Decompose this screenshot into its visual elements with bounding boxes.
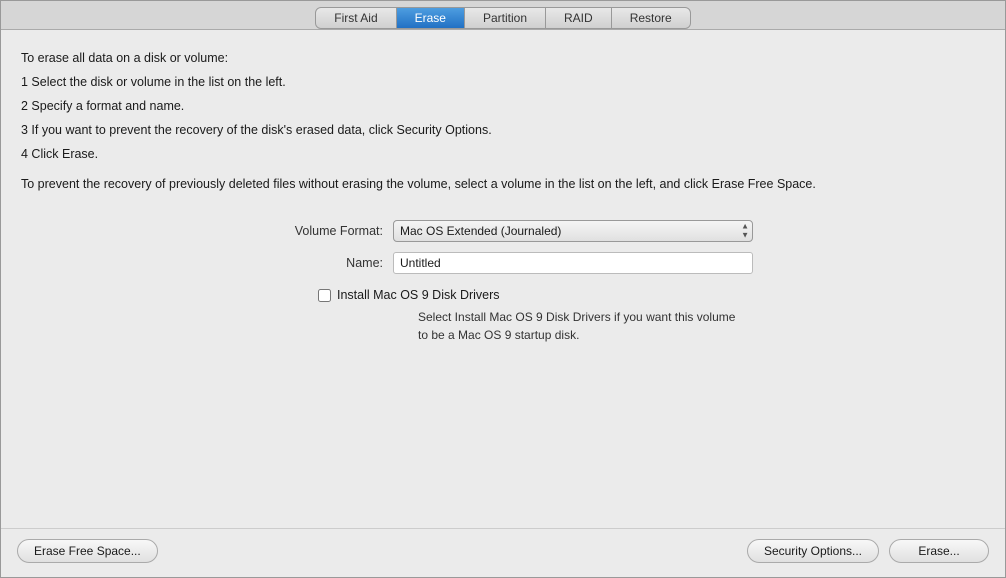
button-bar-right: Security Options... Erase... — [747, 539, 989, 563]
erase-button[interactable]: Erase... — [889, 539, 989, 563]
erase-free-space-button[interactable]: Erase Free Space... — [17, 539, 158, 563]
button-bar-left: Erase Free Space... — [17, 539, 158, 563]
tab-erase[interactable]: Erase — [397, 8, 465, 28]
tab-partition[interactable]: Partition — [465, 8, 546, 28]
tab-bar: First Aid Erase Partition RAID Restore — [1, 1, 1005, 30]
volume-format-row: Volume Format: Mac OS Extended (Journale… — [243, 220, 763, 242]
instruction-line2: 1 Select the disk or volume in the list … — [21, 72, 985, 92]
mac-os9-drivers-label[interactable]: Install Mac OS 9 Disk Drivers — [337, 288, 500, 302]
name-control-wrapper — [393, 252, 763, 274]
app-window: First Aid Erase Partition RAID Restore T… — [0, 0, 1006, 578]
form-section: Volume Format: Mac OS Extended (Journale… — [21, 220, 985, 514]
tab-restore[interactable]: Restore — [612, 8, 690, 28]
name-input[interactable] — [393, 252, 753, 274]
mac-os9-drivers-description: Select Install Mac OS 9 Disk Drivers if … — [418, 308, 738, 344]
tab-raid[interactable]: RAID — [546, 8, 612, 28]
instruction-line3: 2 Specify a format and name. — [21, 96, 985, 116]
checkbox-row: Install Mac OS 9 Disk Drivers — [318, 288, 838, 302]
name-row: Name: — [243, 252, 763, 274]
instruction-line1: To erase all data on a disk or volume: — [21, 48, 985, 68]
tab-first-aid[interactable]: First Aid — [316, 8, 396, 28]
instruction-line5: 4 Click Erase. — [21, 144, 985, 164]
security-options-button[interactable]: Security Options... — [747, 539, 879, 563]
volume-format-label: Volume Format: — [243, 224, 383, 238]
tab-bar-inner: First Aid Erase Partition RAID Restore — [315, 7, 690, 29]
instruction-line4: 3 If you want to prevent the recovery of… — [21, 120, 985, 140]
name-label: Name: — [243, 256, 383, 270]
content-area: To erase all data on a disk or volume: 1… — [1, 30, 1005, 528]
volume-format-select[interactable]: Mac OS Extended (Journaled)Mac OS Extend… — [393, 220, 753, 242]
button-bar: Erase Free Space... Security Options... … — [1, 528, 1005, 577]
instructions-block: To erase all data on a disk or volume: 1… — [21, 48, 985, 198]
instruction-line6: To prevent the recovery of previously de… — [21, 174, 985, 194]
mac-os9-drivers-checkbox[interactable] — [318, 289, 331, 302]
volume-format-select-wrapper: Mac OS Extended (Journaled)Mac OS Extend… — [393, 220, 753, 242]
volume-format-control-wrapper: Mac OS Extended (Journaled)Mac OS Extend… — [393, 220, 763, 242]
